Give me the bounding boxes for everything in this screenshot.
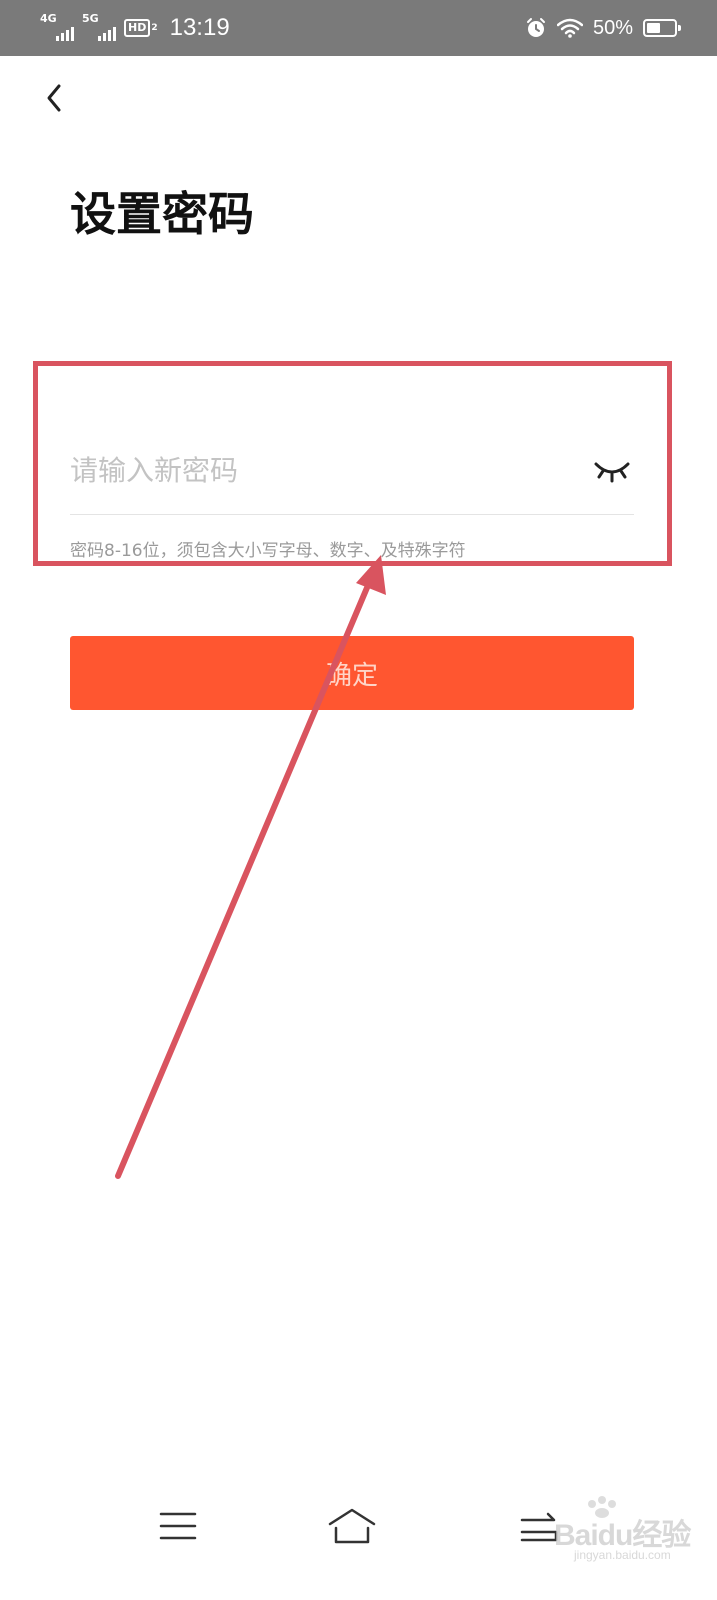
wifi-icon <box>556 18 583 38</box>
status-bar-right: 50% <box>525 10 681 46</box>
hd-sub-label: 2 <box>151 23 158 33</box>
password-field <box>70 440 634 515</box>
password-rules-hint: 密码8-16位，须包含大小写字母、数字、及特殊字符 <box>70 541 466 561</box>
menu-button[interactable] <box>148 1502 208 1552</box>
signal-icon <box>56 27 74 41</box>
signal-5g: 5G <box>82 13 116 43</box>
new-password-input[interactable] <box>70 446 570 494</box>
battery-percent: 50% <box>592 16 633 39</box>
home-icon <box>328 1508 376 1544</box>
hd-label: HD <box>124 19 151 37</box>
chevron-left-icon <box>47 84 61 112</box>
status-bar: 4G 5G HD 2 13:19 50% <box>0 0 717 56</box>
page-title: 设置密码 <box>70 187 254 241</box>
watermark-subtext: jingyan.baidu.com <box>574 1548 671 1562</box>
network-label-5g: 5G <box>82 12 99 25</box>
signal-icon <box>98 27 116 41</box>
clock: 13:19 <box>169 14 230 41</box>
signal-4g: 4G <box>40 13 74 43</box>
battery-fill <box>647 23 660 33</box>
toggle-password-visibility-button[interactable] <box>594 456 630 484</box>
hd-voice-icon: HD 2 <box>124 19 158 37</box>
eye-closed-icon <box>594 462 630 483</box>
network-label-4g: 4G <box>40 12 57 25</box>
menu-icon <box>159 1512 197 1540</box>
baidu-jingyan-watermark: Baidu经验 jingyan.baidu.com <box>538 1496 708 1568</box>
alarm-icon <box>526 18 545 37</box>
confirm-button[interactable]: 确定 <box>70 636 634 710</box>
home-button[interactable] <box>322 1502 382 1552</box>
back-button[interactable] <box>34 78 74 118</box>
battery-icon <box>643 19 681 37</box>
status-bar-left: 4G 5G HD 2 13:19 <box>40 10 230 46</box>
